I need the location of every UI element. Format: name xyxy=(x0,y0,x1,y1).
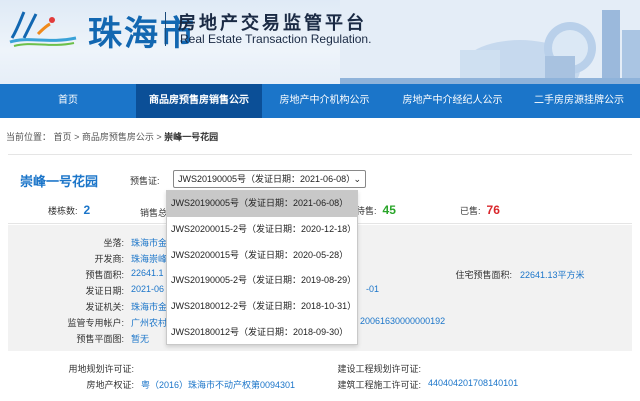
logo-icon xyxy=(9,11,77,47)
site-header: 珠海市 房地产交易监管平台 Real Estate Transaction Re… xyxy=(0,0,640,84)
permit-option[interactable]: JWS20190005-2号（发证日期：2019-08-29） xyxy=(167,268,357,294)
info-account-tail: 20061630000000192 xyxy=(360,316,446,326)
stat-buildings-value: 2 xyxy=(83,203,91,217)
construction-permit-label: 建设工程规划许可证: xyxy=(337,364,421,374)
stat-buildings: 楼栋数: 2 xyxy=(48,203,90,217)
stat-sold: 已售: 76 xyxy=(460,203,500,217)
land-permit-label: 用地规划许可证: xyxy=(68,364,134,374)
nav-home[interactable]: 首页 xyxy=(0,84,136,118)
info-developer-label: 开发商: xyxy=(94,254,124,264)
info-presale-area-label: 预售面积: xyxy=(85,270,124,280)
stat-pending: 待售: 45 xyxy=(356,203,396,217)
stat-sales-total: 销售总 xyxy=(140,206,167,219)
info-residential-area-label: 住宅预售面积: xyxy=(455,270,512,280)
info-developer-value: 珠海崇峰 xyxy=(131,254,168,264)
permit-dropdown-list: JWS20190005号（发证日期：2021-06-08） JWS2020001… xyxy=(166,190,358,345)
permit-option[interactable]: JWS20200015号（发证日期：2020-05-28） xyxy=(167,243,357,269)
permit-option[interactable]: JWS20190005号（发证日期：2021-06-08） xyxy=(167,191,357,217)
breadcrumb-sep: > xyxy=(156,132,162,142)
info-presale-area-value: 22641.1 xyxy=(131,268,164,278)
info-floorplan-label: 预售平面图: xyxy=(76,334,124,344)
nav-second-hand-listing[interactable]: 二手房房源挂牌公示 xyxy=(518,84,640,118)
info-residential-area-value: 22641.13平方米 xyxy=(520,270,585,280)
permit-label: 预售证: xyxy=(130,176,160,186)
nav-agency-public[interactable]: 房地产中介机构公示 xyxy=(262,84,387,118)
permit-option[interactable]: JWS20180012号（发证日期：2018-09-30） xyxy=(167,320,357,346)
stat-pending-label: 待售: xyxy=(356,206,377,216)
info-issuer-value: 珠海市金 xyxy=(131,302,168,312)
nav-broker-public[interactable]: 房地产中介经纪人公示 xyxy=(387,84,518,118)
info-issue-date-tail: -01 xyxy=(366,284,380,294)
info-location-label: 坐落: xyxy=(103,238,124,248)
city-skyline-image xyxy=(340,0,640,84)
breadcrumb-prefix: 当前位置： xyxy=(6,132,52,142)
info-issuer-label: 发证机关: xyxy=(85,302,124,312)
breadcrumb-current: 崇峰一号花园 xyxy=(164,132,219,142)
info-account-label: 监管专用帐户: xyxy=(67,318,124,328)
project-title: 崇峰一号花园 xyxy=(20,174,99,189)
stat-sold-value: 76 xyxy=(486,203,500,217)
logo-divider xyxy=(165,12,166,46)
build-permit-value: 440404201708140101 xyxy=(428,378,519,388)
info-floorplan-link[interactable]: 暂无 xyxy=(131,332,149,345)
platform-subtitle: Real Estate Transaction Regulation. xyxy=(180,32,372,46)
info-location-value: 珠海市金 xyxy=(131,238,168,248)
stat-buildings-label: 楼栋数: xyxy=(48,206,78,216)
permit-select-value: JWS20190005号（发证日期：2021-06-08） xyxy=(178,174,356,184)
stat-pending-value: 45 xyxy=(382,203,396,217)
info-account-value: 广州农村 xyxy=(131,318,168,328)
stat-sold-label: 已售: xyxy=(460,206,481,216)
breadcrumb-home[interactable]: 首页 xyxy=(54,132,72,142)
chevron-down-icon: ⌄ xyxy=(353,174,361,184)
permit-option[interactable]: JWS20180012-2号（发证日期：2018-10-31） xyxy=(167,294,357,320)
breadcrumb-sep: > xyxy=(74,132,80,142)
info-issue-date-label: 发证日期: xyxy=(85,286,124,296)
nav-presale-public[interactable]: 商品房预售房销售公示 xyxy=(136,84,262,118)
permit-option[interactable]: JWS20200015-2号（发证日期：2020-12-18） xyxy=(167,217,357,243)
breadcrumb: 当前位置： 首页 > 商品房预售房公示 > 崇峰一号花园 xyxy=(6,130,218,143)
stat-sales-total-label: 销售总 xyxy=(140,208,168,218)
breadcrumb-section[interactable]: 商品房预售房公示 xyxy=(82,132,154,142)
main-nav: 首页 商品房预售房销售公示 房地产中介机构公示 房地产中介经纪人公示 二手房房源… xyxy=(0,84,640,118)
info-issue-date-value: 2021-06 xyxy=(131,284,165,294)
permit-select[interactable]: JWS20190005号（发证日期：2021-06-08） ⌄ xyxy=(173,170,366,188)
property-cert-label: 房地产权证: xyxy=(86,380,134,390)
build-permit-label: 建筑工程施工许可证: xyxy=(337,380,421,390)
property-cert-value: 粤（2016）珠海市不动产权第0094301 xyxy=(141,380,296,390)
